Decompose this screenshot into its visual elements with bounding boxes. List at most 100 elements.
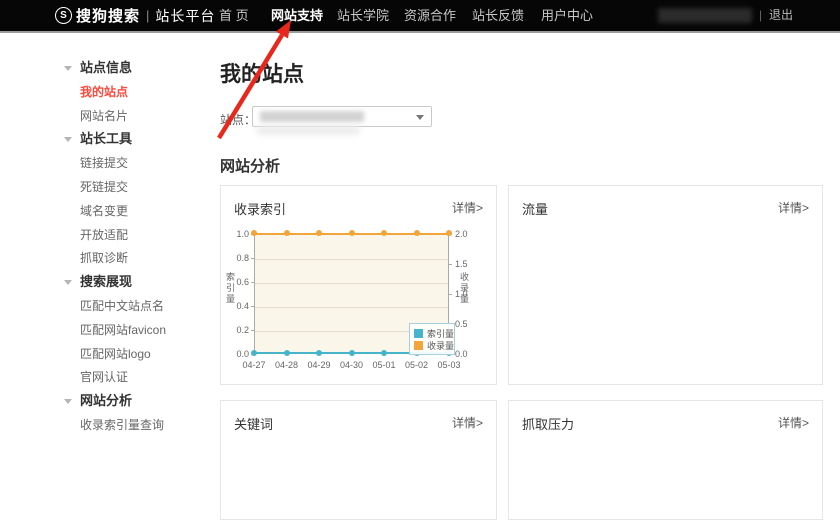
right-tick-label: 0.5: [455, 319, 468, 329]
sidebar-item-6[interactable]: 死链提交: [60, 179, 128, 195]
top-navbar: S 搜狗搜索 | 站长平台 首 页网站支持站长学院资源合作站长反馈用户中心 | …: [0, 0, 840, 33]
left-tick-label: 0.8: [223, 253, 249, 263]
panel-title: 抓取压力: [522, 414, 574, 433]
sidebar-item-3[interactable]: 网站名片: [60, 108, 128, 124]
sidebar-item-1[interactable]: 站点信息: [60, 60, 132, 76]
sidebar-item-label: 站点信息: [80, 60, 132, 75]
right-tick-label: 2.0: [455, 229, 468, 239]
x-tick-label: 04-27: [242, 360, 265, 370]
panel-traffic: 流量 详情>: [508, 185, 823, 385]
x-tick-label: 04-28: [275, 360, 298, 370]
panel-title: 关键词: [234, 414, 273, 433]
sidebar-item-11[interactable]: 匹配中文站点名: [60, 298, 164, 314]
data-point-shoulu: [349, 230, 355, 236]
gridline: [255, 259, 448, 260]
left-tick-mark: [251, 330, 254, 331]
collapse-icon: [64, 280, 72, 285]
legend-label: 收录量: [427, 339, 454, 352]
username-blurred: [658, 8, 752, 23]
site-selector-label: 站点：: [220, 111, 256, 128]
gridline: [255, 283, 448, 284]
x-tick-label: 04-29: [307, 360, 330, 370]
nav-item-2[interactable]: 网站支持: [271, 0, 323, 31]
data-point-shoulu: [316, 230, 322, 236]
data-point-suoyin: [381, 350, 387, 356]
left-tick-mark: [251, 306, 254, 307]
sidebar-item-8[interactable]: 开放适配: [60, 227, 128, 243]
legend-swatch: [414, 341, 423, 350]
detail-link[interactable]: 详情>: [452, 414, 483, 431]
chart-legend: 索引量收录量: [409, 323, 455, 355]
data-point-shoulu: [446, 230, 452, 236]
sidebar-item-label: 官网认证: [80, 370, 128, 384]
detail-link[interactable]: 详情>: [778, 199, 809, 216]
page: { "navbar": { "logo": { "icon_letter": "…: [0, 0, 840, 431]
nav-item-4[interactable]: 资源合作: [404, 0, 456, 31]
legend-entry: 收录量: [414, 339, 450, 351]
nav-item-6[interactable]: 用户中心: [541, 0, 593, 31]
sidebar-item-7[interactable]: 域名变更: [60, 203, 128, 219]
sidebar-item-label: 域名变更: [80, 204, 128, 218]
collapse-icon: [64, 66, 72, 71]
legend-entry: 索引量: [414, 327, 450, 339]
collapse-icon: [64, 137, 72, 142]
data-point-suoyin: [349, 350, 355, 356]
left-tick-label: 0.2: [223, 325, 249, 335]
user-separator: |: [759, 0, 762, 31]
sidebar-item-label: 抓取诊断: [80, 251, 128, 265]
legend-swatch: [414, 329, 423, 338]
left-tick-label: 0.4: [223, 301, 249, 311]
sidebar-item-12[interactable]: 匹配网站favicon: [60, 322, 166, 338]
data-point-shoulu: [381, 230, 387, 236]
nav-item-1[interactable]: 首 页: [219, 0, 249, 31]
sidebar-item-label: 匹配中文站点名: [80, 299, 164, 313]
left-tick-label: 1.0: [223, 229, 249, 239]
sidebar: 站点信息我的站点网站名片站长工具链接提交死链提交域名变更开放适配抓取诊断搜索展现…: [60, 33, 210, 431]
left-tick-mark: [251, 282, 254, 283]
blur-smudge: [256, 126, 360, 135]
right-tick-mark: [449, 264, 452, 265]
sidebar-item-2[interactable]: 我的站点: [60, 84, 128, 100]
sidebar-item-label: 网站名片: [80, 109, 128, 123]
sidebar-item-label: 站长工具: [80, 131, 132, 146]
sidebar-item-label: 网站分析: [80, 393, 132, 408]
data-point-suoyin: [251, 350, 257, 356]
sidebar-item-label: 匹配网站logo: [80, 347, 151, 361]
sidebar-item-15[interactable]: 网站分析: [60, 393, 132, 409]
detail-link[interactable]: 详情>: [778, 414, 809, 431]
sidebar-item-14[interactable]: 官网认证: [60, 369, 128, 385]
sidebar-item-5[interactable]: 链接提交: [60, 155, 128, 171]
right-tick-label: 0.0: [455, 349, 468, 359]
nav-item-3[interactable]: 站长学院: [337, 0, 389, 31]
sidebar-item-label: 匹配网站favicon: [80, 323, 166, 337]
sidebar-item-label: 搜索展现: [80, 274, 132, 289]
right-tick-mark: [449, 294, 452, 295]
panel-title: 流量: [522, 199, 548, 218]
left-tick-label: 0.6: [223, 277, 249, 287]
sidebar-item-9[interactable]: 抓取诊断: [60, 250, 128, 266]
section-title: 网站分析: [220, 155, 280, 176]
chevron-down-icon: [416, 115, 424, 120]
gridline: [255, 307, 448, 308]
site-value-blurred: [260, 111, 364, 122]
data-point-shoulu: [414, 230, 420, 236]
sidebar-item-label: 开放适配: [80, 228, 128, 242]
sidebar-item-10[interactable]: 搜索展现: [60, 274, 132, 290]
x-tick-label: 05-02: [405, 360, 428, 370]
sidebar-item-label: 死链提交: [80, 180, 128, 194]
logout-link[interactable]: 退出: [769, 0, 793, 31]
site-select-dropdown[interactable]: [252, 106, 432, 127]
sidebar-item-13[interactable]: 匹配网站logo: [60, 346, 151, 362]
data-point-suoyin: [316, 350, 322, 356]
sidebar-item-4[interactable]: 站长工具: [60, 131, 132, 147]
left-tick-label: 0.0: [223, 349, 249, 359]
right-tick-label: 1.5: [455, 259, 468, 269]
sidebar-item-label: 链接提交: [80, 156, 128, 170]
index-chart: 索引量 收录量 索引量收录量 04-2704-2804-2904-3005-01…: [221, 186, 498, 386]
nav-item-5[interactable]: 站长反馈: [472, 0, 524, 31]
data-point-suoyin: [284, 350, 290, 356]
data-point-shoulu: [251, 230, 257, 236]
sidebar-item-label: 收录索引量查询: [80, 418, 164, 432]
panel-keywords: 关键词 详情>: [220, 400, 497, 520]
right-tick-label: 1.0: [455, 289, 468, 299]
